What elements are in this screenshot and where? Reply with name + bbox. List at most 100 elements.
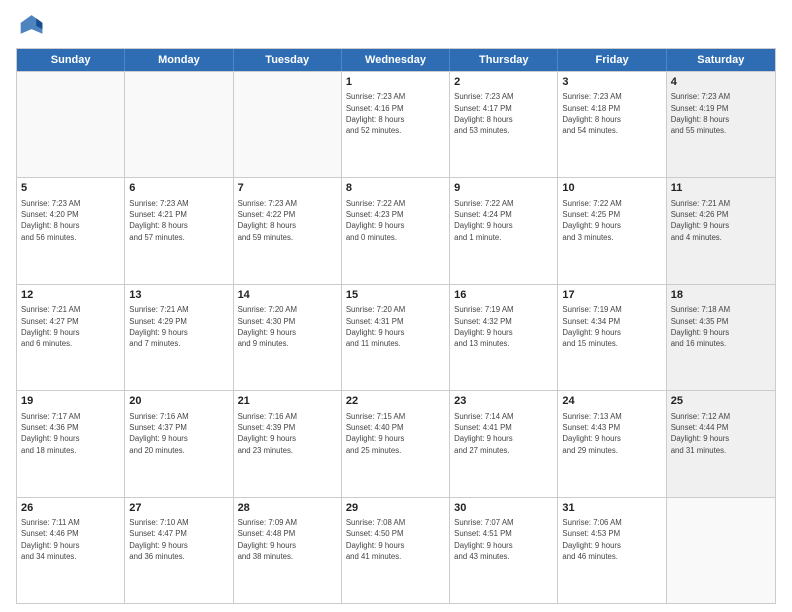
cal-cell-6: 6 Sunrise: 7:23 AMSunset: 4:21 PMDaylight… [125, 178, 233, 283]
cal-cell-15: 15Sunrise: 7:20 AMSunset: 4:31 PMDayligh… [342, 285, 450, 390]
day-number: 17 [562, 288, 661, 303]
day-number: 10 [562, 181, 661, 196]
day-info: Sunrise: 7:19 AMSunset: 4:34 PMDaylight:… [562, 304, 661, 349]
day-number: 13 [129, 288, 228, 303]
day-number: 26 [21, 501, 120, 516]
day-number: 9 [454, 181, 553, 196]
cal-cell-18: 18Sunrise: 7:18 AMSunset: 4:35 PMDayligh… [667, 285, 775, 390]
day-info: Sunrise: 7:23 AMSunset: 4:19 PMDaylight:… [671, 91, 771, 136]
day-info: Sunrise: 7:21 AMSunset: 4:26 PMDaylight:… [671, 198, 771, 243]
cal-header-sunday: Sunday [17, 49, 125, 71]
cal-cell-22: 22Sunrise: 7:15 AMSunset: 4:40 PMDayligh… [342, 391, 450, 496]
cal-week-1: 1Sunrise: 7:23 AMSunset: 4:16 PMDaylight… [17, 71, 775, 177]
day-info: Sunrise: 7:23 AMSunset: 4:21 PMDaylight:… [129, 198, 228, 243]
day-number: 23 [454, 394, 553, 409]
day-number: 2 [454, 75, 553, 90]
cal-cell-empty-4-6 [667, 498, 775, 603]
cal-cell-1: 1Sunrise: 7:23 AMSunset: 4:16 PMDaylight… [342, 72, 450, 177]
cal-cell-14: 14Sunrise: 7:20 AMSunset: 4:30 PMDayligh… [234, 285, 342, 390]
day-info: Sunrise: 7:15 AMSunset: 4:40 PMDaylight:… [346, 411, 445, 456]
day-info: Sunrise: 7:08 AMSunset: 4:50 PMDaylight:… [346, 517, 445, 562]
cal-header-thursday: Thursday [450, 49, 558, 71]
calendar-body: 1Sunrise: 7:23 AMSunset: 4:16 PMDaylight… [17, 71, 775, 603]
day-number: 31 [562, 501, 661, 516]
day-number: 25 [671, 394, 771, 409]
day-info: Sunrise: 7:23 AMSunset: 4:20 PMDaylight:… [21, 198, 120, 243]
day-number: 18 [671, 288, 771, 303]
day-info: Sunrise: 7:18 AMSunset: 4:35 PMDaylight:… [671, 304, 771, 349]
day-info: Sunrise: 7:23 AMSunset: 4:17 PMDaylight:… [454, 91, 553, 136]
day-number: 28 [238, 501, 337, 516]
cal-week-4: 19 Sunrise: 7:17 AMSunset: 4:36 PMDayligh… [17, 390, 775, 496]
cal-cell-8: 8 Sunrise: 7:22 AMSunset: 4:23 PMDaylight… [342, 178, 450, 283]
cal-cell-26: 26Sunrise: 7:11 AMSunset: 4:46 PMDayligh… [17, 498, 125, 603]
cal-cell-21: 21 Sunrise: 7:16 AMSunset: 4:39 PMDayligh… [234, 391, 342, 496]
cal-header-saturday: Saturday [667, 49, 775, 71]
day-number: 24 [562, 394, 661, 409]
page: SundayMondayTuesdayWednesdayThursdayFrid… [0, 0, 792, 612]
cal-cell-10: 10Sunrise: 7:22 AMSunset: 4:25 PMDayligh… [558, 178, 666, 283]
cal-cell-17: 17Sunrise: 7:19 AMSunset: 4:34 PMDayligh… [558, 285, 666, 390]
day-number: 20 [129, 394, 228, 409]
day-number: 5 [21, 181, 120, 196]
cal-cell-11: 11 Sunrise: 7:21 AMSunset: 4:26 PMDayligh… [667, 178, 775, 283]
cal-cell-16: 16Sunrise: 7:19 AMSunset: 4:32 PMDayligh… [450, 285, 558, 390]
day-number: 27 [129, 501, 228, 516]
calendar: SundayMondayTuesdayWednesdayThursdayFrid… [16, 48, 776, 604]
calendar-header-row: SundayMondayTuesdayWednesdayThursdayFrid… [17, 49, 775, 71]
day-number: 11 [671, 181, 771, 196]
cal-week-5: 26Sunrise: 7:11 AMSunset: 4:46 PMDayligh… [17, 497, 775, 603]
cal-cell-29: 29Sunrise: 7:08 AMSunset: 4:50 PMDayligh… [342, 498, 450, 603]
day-info: Sunrise: 7:07 AMSunset: 4:51 PMDaylight:… [454, 517, 553, 562]
day-number: 15 [346, 288, 445, 303]
cal-cell-4: 4Sunrise: 7:23 AMSunset: 4:19 PMDaylight… [667, 72, 775, 177]
day-info: Sunrise: 7:20 AMSunset: 4:30 PMDaylight:… [238, 304, 337, 349]
day-info: Sunrise: 7:22 AMSunset: 4:24 PMDaylight:… [454, 198, 553, 243]
day-info: Sunrise: 7:23 AMSunset: 4:16 PMDaylight:… [346, 91, 445, 136]
cal-cell-5: 5 Sunrise: 7:23 AMSunset: 4:20 PMDaylight… [17, 178, 125, 283]
cal-cell-2: 2Sunrise: 7:23 AMSunset: 4:17 PMDaylight… [450, 72, 558, 177]
cal-cell-12: 12Sunrise: 7:21 AMSunset: 4:27 PMDayligh… [17, 285, 125, 390]
cal-cell-24: 24 Sunrise: 7:13 AMSunset: 4:43 PMDayligh… [558, 391, 666, 496]
day-info: Sunrise: 7:16 AMSunset: 4:39 PMDaylight:… [238, 411, 337, 456]
day-info: Sunrise: 7:22 AMSunset: 4:23 PMDaylight:… [346, 198, 445, 243]
cal-cell-empty-0-1 [125, 72, 233, 177]
cal-header-tuesday: Tuesday [234, 49, 342, 71]
day-info: Sunrise: 7:12 AMSunset: 4:44 PMDaylight:… [671, 411, 771, 456]
day-info: Sunrise: 7:23 AMSunset: 4:22 PMDaylight:… [238, 198, 337, 243]
cal-header-friday: Friday [558, 49, 666, 71]
day-number: 19 [21, 394, 120, 409]
day-info: Sunrise: 7:06 AMSunset: 4:53 PMDaylight:… [562, 517, 661, 562]
cal-week-2: 5 Sunrise: 7:23 AMSunset: 4:20 PMDaylight… [17, 177, 775, 283]
day-info: Sunrise: 7:10 AMSunset: 4:47 PMDaylight:… [129, 517, 228, 562]
day-number: 12 [21, 288, 120, 303]
day-number: 7 [238, 181, 337, 196]
cal-cell-30: 30Sunrise: 7:07 AMSunset: 4:51 PMDayligh… [450, 498, 558, 603]
day-number: 8 [346, 181, 445, 196]
cal-cell-28: 28Sunrise: 7:09 AMSunset: 4:48 PMDayligh… [234, 498, 342, 603]
cal-cell-19: 19 Sunrise: 7:17 AMSunset: 4:36 PMDayligh… [17, 391, 125, 496]
day-number: 21 [238, 394, 337, 409]
day-info: Sunrise: 7:11 AMSunset: 4:46 PMDaylight:… [21, 517, 120, 562]
cal-cell-31: 31Sunrise: 7:06 AMSunset: 4:53 PMDayligh… [558, 498, 666, 603]
cal-cell-empty-0-0 [17, 72, 125, 177]
cal-cell-25: 25 Sunrise: 7:12 AMSunset: 4:44 PMDayligh… [667, 391, 775, 496]
day-info: Sunrise: 7:23 AMSunset: 4:18 PMDaylight:… [562, 91, 661, 136]
cal-header-wednesday: Wednesday [342, 49, 450, 71]
day-number: 6 [129, 181, 228, 196]
cal-week-3: 12Sunrise: 7:21 AMSunset: 4:27 PMDayligh… [17, 284, 775, 390]
cal-header-monday: Monday [125, 49, 233, 71]
day-info: Sunrise: 7:13 AMSunset: 4:43 PMDaylight:… [562, 411, 661, 456]
cal-cell-27: 27Sunrise: 7:10 AMSunset: 4:47 PMDayligh… [125, 498, 233, 603]
general-blue-logo-icon [16, 12, 44, 40]
day-number: 1 [346, 75, 445, 90]
cal-cell-23: 23 Sunrise: 7:14 AMSunset: 4:41 PMDayligh… [450, 391, 558, 496]
cal-cell-7: 7 Sunrise: 7:23 AMSunset: 4:22 PMDaylight… [234, 178, 342, 283]
day-info: Sunrise: 7:14 AMSunset: 4:41 PMDaylight:… [454, 411, 553, 456]
cal-cell-20: 20Sunrise: 7:16 AMSunset: 4:37 PMDayligh… [125, 391, 233, 496]
day-info: Sunrise: 7:09 AMSunset: 4:48 PMDaylight:… [238, 517, 337, 562]
day-number: 3 [562, 75, 661, 90]
logo [16, 12, 48, 40]
day-number: 14 [238, 288, 337, 303]
day-info: Sunrise: 7:17 AMSunset: 4:36 PMDaylight:… [21, 411, 120, 456]
